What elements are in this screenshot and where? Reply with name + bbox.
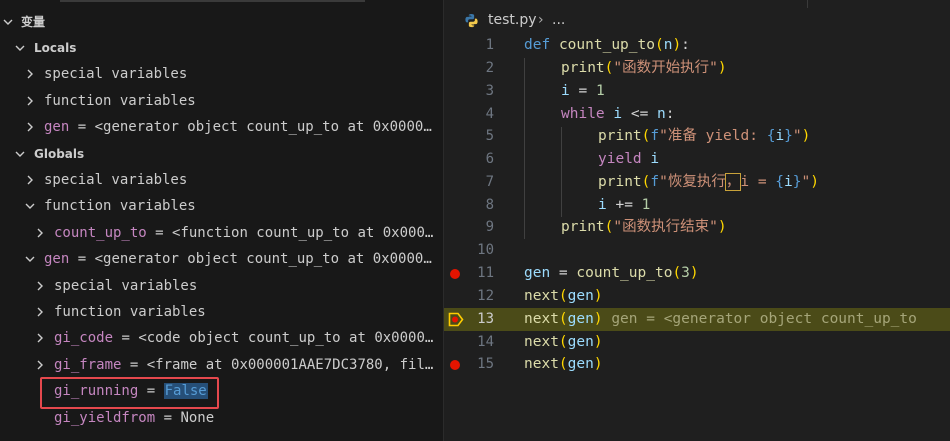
variable-row-gi-running[interactable]: gi_running = False — [0, 378, 443, 404]
scope-label: Locals — [34, 41, 77, 55]
tree-item-special-variables[interactable]: special variables — [0, 273, 443, 299]
tree-item-label: special variables — [54, 278, 198, 294]
inline-debug-value: gen = <generator object count_up_to — [611, 311, 917, 327]
tree-item-label: function variables — [44, 93, 196, 109]
scope-globals[interactable]: Globals — [0, 141, 443, 167]
tree-item-function-variables[interactable]: function variables — [0, 299, 443, 325]
tree-item-special-variables[interactable]: special variables — [0, 61, 443, 87]
code-editor[interactable]: test.py › ... 1 def count_up_to(n): 2 pr… — [444, 0, 950, 441]
line-number[interactable]: 5 — [444, 125, 494, 148]
variable-name: count_up_to — [54, 225, 147, 241]
variables-panel: 变量 Locals special variables function var… — [0, 0, 443, 441]
current-execution-line[interactable]: 13 next(gen) gen = <generator object cou… — [444, 308, 950, 331]
chevron-right-icon — [34, 352, 46, 378]
chevron-down-icon — [24, 193, 36, 219]
line-number[interactable]: 7 — [444, 171, 494, 194]
variable-value: <generator object count_up_to at 0x0000.… — [94, 251, 439, 267]
code-line[interactable]: 5 print(f"准备 yield: {i}") — [444, 125, 950, 148]
line-number[interactable]: 15 — [444, 353, 494, 376]
code-line[interactable]: 10 — [444, 239, 950, 262]
breadcrumb-separator: › — [538, 12, 544, 28]
variable-row-count-up-to[interactable]: count_up_to = <function count_up_to at 0… — [0, 220, 443, 246]
line-number[interactable]: 4 — [444, 103, 494, 126]
variable-row-gen[interactable]: gen = <generator object count_up_to at 0… — [0, 114, 443, 140]
chevron-down-icon — [14, 35, 26, 61]
code-line[interactable]: 12 next(gen) — [444, 285, 950, 308]
highlighted-fullwidth-comma: ， — [724, 173, 742, 191]
tree-item-special-variables[interactable]: special variables — [0, 167, 443, 193]
chevron-right-icon — [24, 61, 36, 87]
variable-name: gi_yieldfrom — [54, 410, 156, 426]
variable-name: gen — [44, 251, 70, 267]
chevron-right-icon — [24, 114, 36, 140]
code-line[interactable]: 7 print(f"恢复执行，i = {i}") — [444, 171, 950, 194]
tree-item-label: special variables — [44, 66, 188, 82]
line-number[interactable]: 10 — [444, 239, 494, 262]
line-number[interactable]: 2 — [444, 57, 494, 80]
scope-locals[interactable]: Locals — [0, 35, 443, 61]
chevron-down-icon — [14, 141, 26, 167]
chevron-right-icon — [34, 273, 46, 299]
code-line[interactable]: 3 i = 1 — [444, 80, 950, 103]
chevron-right-icon — [34, 220, 46, 246]
scope-label: Globals — [34, 147, 85, 161]
line-number[interactable]: 14 — [444, 331, 494, 354]
variable-row-gi-yieldfrom[interactable]: gi_yieldfrom = None — [0, 405, 443, 431]
variable-name: gi_frame — [54, 357, 122, 373]
chevron-down-icon — [2, 9, 14, 35]
code-line[interactable]: 14 next(gen) — [444, 331, 950, 354]
code-line[interactable]: 11 gen = count_up_to(3) — [444, 262, 950, 285]
variable-name: gen — [44, 119, 70, 135]
variable-row-gi-code[interactable]: gi_code = <code object count_up_to at 0x… — [0, 325, 443, 351]
code-line[interactable]: 1 def count_up_to(n): — [444, 34, 950, 57]
variables-section-header[interactable]: 变量 — [0, 9, 443, 35]
breadcrumb-more[interactable]: ... — [552, 8, 565, 32]
variables-section-title: 变量 — [21, 15, 46, 29]
variable-value: <generator object count_up_to at 0x0000.… — [94, 119, 439, 135]
code-line[interactable]: 2 print("函数开始执行") — [444, 57, 950, 80]
line-number[interactable]: 1 — [444, 34, 494, 57]
chevron-right-icon — [34, 325, 46, 351]
code-line[interactable]: 8 i += 1 — [444, 194, 950, 217]
variable-value-selected[interactable]: False — [163, 383, 208, 399]
chevron-right-icon — [34, 299, 46, 325]
panel-scrollbar-top — [60, 0, 365, 2]
chevron-right-icon — [24, 167, 36, 193]
code-line[interactable]: 6 yield i — [444, 148, 950, 171]
chevron-right-icon — [24, 88, 36, 114]
breadcrumb-file[interactable]: test.py — [488, 8, 537, 32]
line-number[interactable]: 11 — [444, 262, 494, 285]
code-line[interactable]: 4 while i <= n: — [444, 103, 950, 126]
line-number[interactable]: 9 — [444, 216, 494, 239]
line-number[interactable]: 12 — [444, 285, 494, 308]
line-number[interactable]: 3 — [444, 80, 494, 103]
variable-row-gi-frame[interactable]: gi_frame = <frame at 0x000001AAE7DC3780,… — [0, 352, 443, 378]
variable-value: <code object count_up_to at 0x0000... — [138, 330, 439, 346]
variable-name: gi_code — [54, 330, 114, 346]
tree-item-label: special variables — [44, 172, 188, 188]
variable-row-gen[interactable]: gen = <generator object count_up_to at 0… — [0, 246, 443, 272]
code-line[interactable]: 15 next(gen) — [444, 353, 950, 376]
tree-item-function-variables[interactable]: function variables — [0, 193, 443, 219]
python-file-icon — [465, 13, 478, 28]
chevron-down-icon — [24, 246, 36, 272]
variable-name: gi_running — [54, 383, 139, 399]
tree-item-label: function variables — [54, 304, 206, 320]
line-number[interactable]: 13 — [444, 308, 494, 331]
tab-separator — [807, 0, 808, 8]
line-number[interactable]: 8 — [444, 194, 494, 217]
variable-value: <function count_up_to at 0x000... — [172, 225, 439, 241]
tree-item-label: function variables — [44, 198, 196, 214]
tree-item-function-variables[interactable]: function variables — [0, 88, 443, 114]
variable-value: None — [180, 410, 215, 426]
line-number[interactable]: 6 — [444, 148, 494, 171]
code-line[interactable]: 9 print("函数执行结束") — [444, 216, 950, 239]
variable-value: <frame at 0x000001AAE7DC3780, fil... — [146, 357, 439, 373]
